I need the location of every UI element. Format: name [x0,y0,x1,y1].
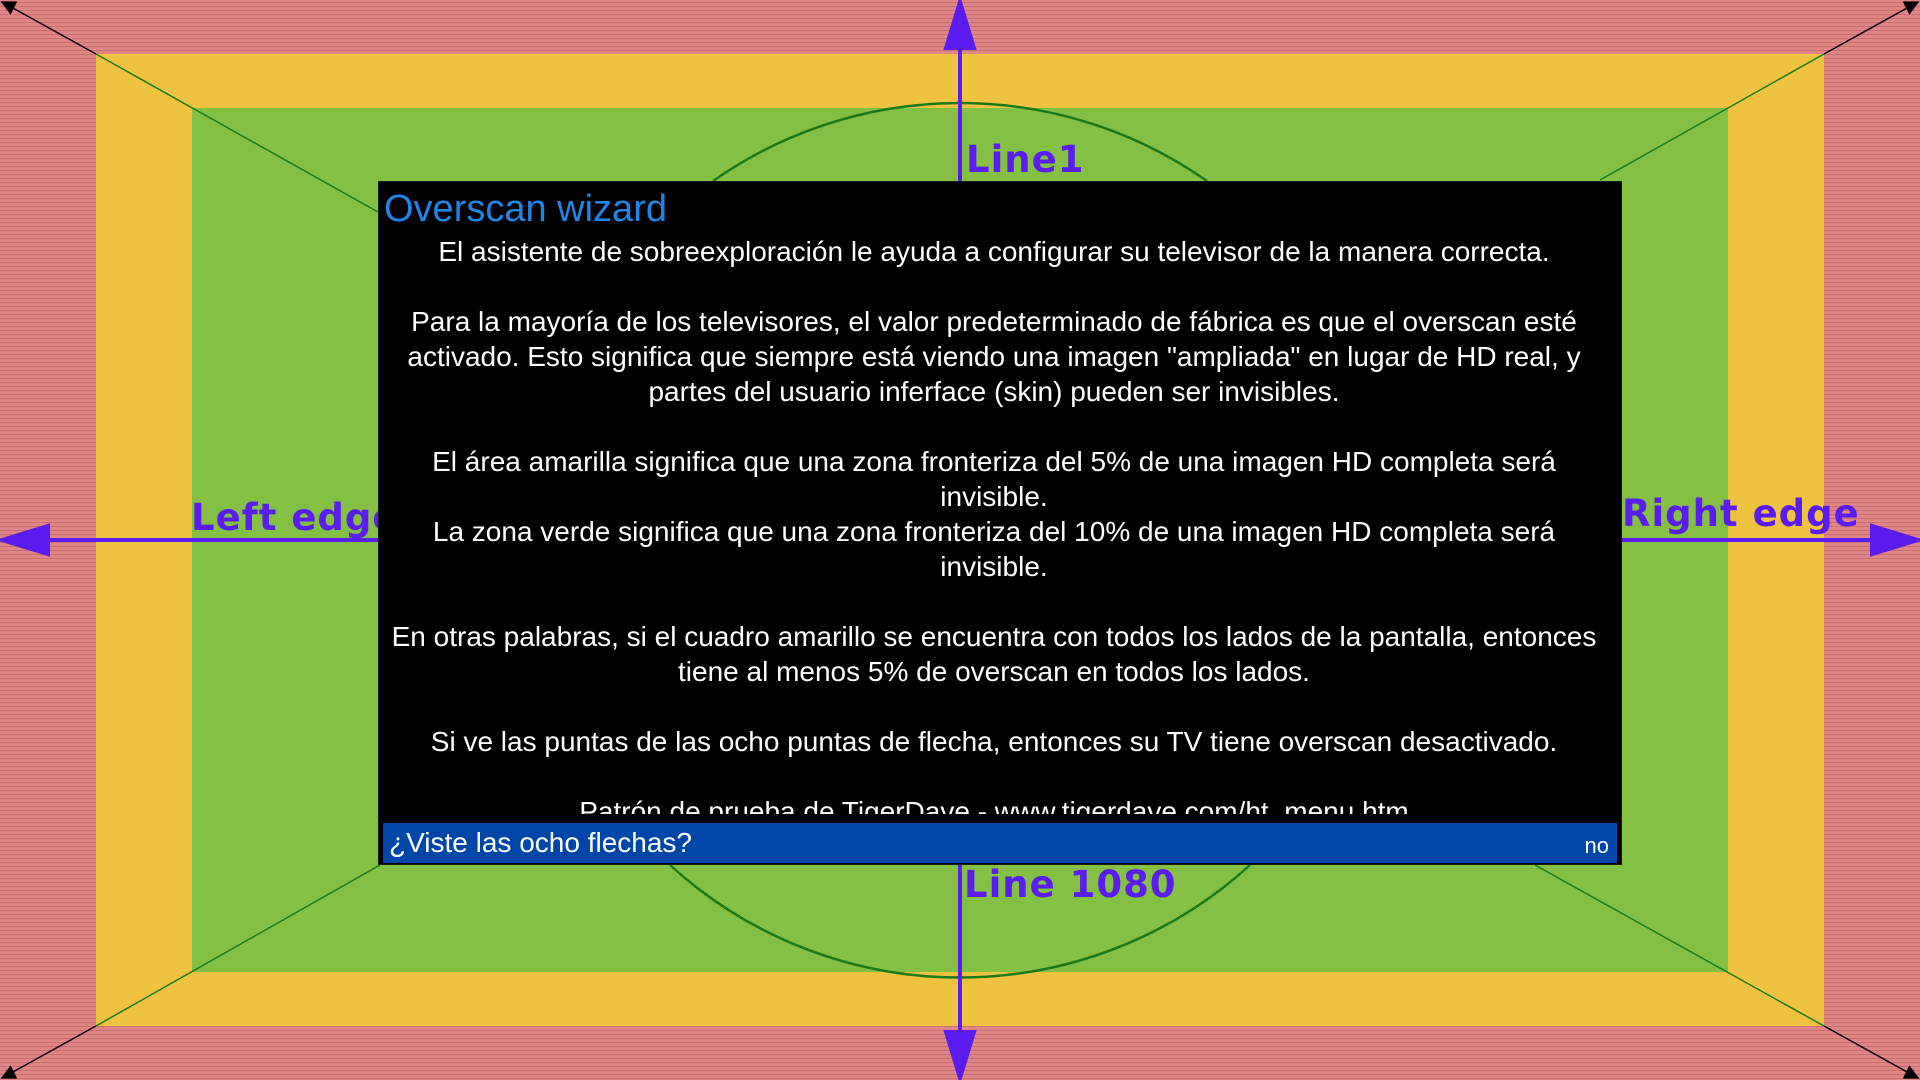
bottom-edge-label: Line 1080 [964,863,1177,906]
body-paragraph: Para la mayoría de los televisores, el v… [407,306,1581,407]
body-paragraph: El asistente de sobreexploración le ayud… [438,236,1550,267]
dialog-body[interactable]: El asistente de sobreexploración le ayud… [379,234,1623,814]
answer-value[interactable]: no [1585,833,1609,859]
left-edge-label: Left edge [191,496,399,539]
dialog-title: Overscan wizard [384,188,667,230]
question-text: ¿Viste las ocho flechas? [389,827,692,858]
right-edge-label: Right edge [1622,492,1860,535]
body-paragraph: Si ve las puntas de las ocho puntas de f… [430,726,1558,757]
body-paragraph: En otras palabras, si el cuadro amarillo… [391,621,1597,687]
body-paragraph: La zona verde significa que una zona fro… [432,516,1556,582]
body-paragraph: El área amarilla significa que una zona … [432,446,1556,512]
question-row[interactable]: ¿Viste las ocho flechas? no [383,823,1617,863]
top-edge-label: Line1 [966,138,1085,181]
body-paragraph: Patrón de prueba de TigerDave - www.tige… [579,796,1409,814]
overscan-wizard-dialog: Overscan wizard El asistente de sobreexp… [378,181,1622,865]
